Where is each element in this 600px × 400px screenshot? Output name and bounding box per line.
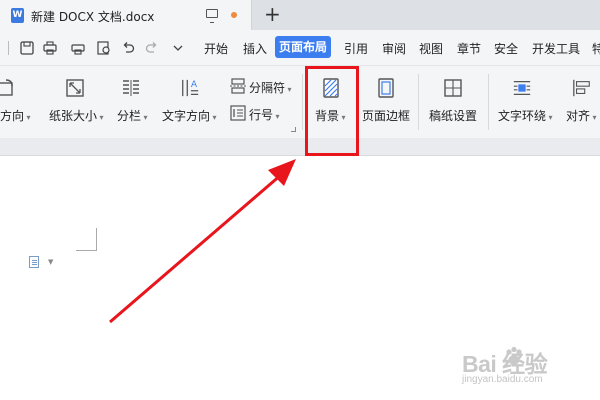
watermark-url: jingyan.baidu.com — [462, 374, 543, 385]
menu-start[interactable]: 开始 — [204, 40, 228, 57]
page-margin-corner-mark — [76, 228, 97, 251]
page-border-label: 页面边框 — [362, 109, 411, 123]
line-numbers-icon — [230, 105, 246, 121]
menu-developer-tools[interactable]: 开发工具 — [532, 40, 580, 57]
align-label: 对齐 ▾ — [566, 109, 597, 123]
ribbon-bottom-strip — [0, 138, 600, 156]
undo-icon[interactable] — [121, 41, 135, 55]
print-preview-icon[interactable] — [43, 41, 57, 55]
quick-access-separator — [8, 41, 9, 55]
breaks-label: 分隔符 ▾ — [249, 81, 292, 95]
paper-size-label: 纸张大小 ▾ — [49, 109, 104, 123]
menu-bar: 开始 插入 页面布局 引用 审阅 视图 章节 安全 开发工具 特 — [0, 30, 600, 66]
menu-insert[interactable]: 插入 — [243, 40, 267, 57]
columns-icon — [123, 80, 139, 96]
menu-section[interactable]: 章节 — [457, 40, 481, 57]
menu-special[interactable]: 特 — [592, 40, 600, 57]
document-tab[interactable]: W 新建 DOCX 文档.docx — [0, 0, 252, 30]
ribbon-separator — [488, 74, 489, 130]
save-icon[interactable] — [20, 41, 34, 55]
svg-text:A: A — [191, 80, 198, 90]
wps-writer-icon: W — [11, 8, 24, 23]
new-tab-button[interactable]: + — [264, 2, 281, 26]
highlight-box — [305, 66, 359, 156]
menu-review[interactable]: 审阅 — [382, 40, 406, 57]
watermark-paw-icon — [506, 346, 522, 365]
ribbon-toolbar — [0, 66, 600, 138]
menu-view[interactable]: 视图 — [419, 40, 443, 57]
customize-chevron-down-icon[interactable] — [171, 41, 185, 55]
text-direction-label: 文字方向 ▾ — [162, 109, 217, 123]
ribbon-separator — [418, 74, 419, 130]
page-border-icon — [378, 78, 394, 98]
line-numbers-label: 行号 ▾ — [249, 108, 280, 122]
paragraph-layout-caret-icon[interactable]: ▼ — [48, 258, 53, 266]
paper-size-icon — [66, 79, 84, 97]
redo-icon[interactable] — [145, 41, 159, 55]
columns-label: 分栏 ▾ — [117, 109, 148, 123]
preview-icon[interactable] — [97, 41, 111, 55]
monitor-icon[interactable] — [206, 9, 218, 23]
text-wrap-icon — [513, 81, 531, 95]
manuscript-setup-label: 稿纸设置 — [429, 109, 478, 123]
orientation-label: 方向 ▾ — [0, 109, 31, 123]
page-setup-launcher-icon[interactable] — [291, 127, 296, 132]
ribbon-separator — [302, 74, 303, 130]
breaks-icon — [230, 78, 246, 94]
text-direction-icon: A — [182, 79, 199, 97]
text-wrap-label: 文字环绕 ▾ — [498, 109, 553, 123]
menu-references[interactable]: 引用 — [344, 40, 368, 57]
menu-page-layout[interactable]: 页面布局 — [275, 36, 332, 58]
menu-security[interactable]: 安全 — [494, 40, 518, 57]
paragraph-layout-icon[interactable] — [29, 256, 39, 268]
print-icon[interactable] — [71, 41, 85, 55]
unsaved-indicator-dot — [231, 12, 237, 18]
align-icon — [573, 79, 590, 97]
manuscript-grid-icon — [444, 79, 462, 97]
title-tab-bar: W 新建 DOCX 文档.docx + — [0, 0, 600, 30]
document-tab-title: 新建 DOCX 文档.docx — [31, 10, 155, 24]
orientation-icon — [0, 79, 13, 96]
